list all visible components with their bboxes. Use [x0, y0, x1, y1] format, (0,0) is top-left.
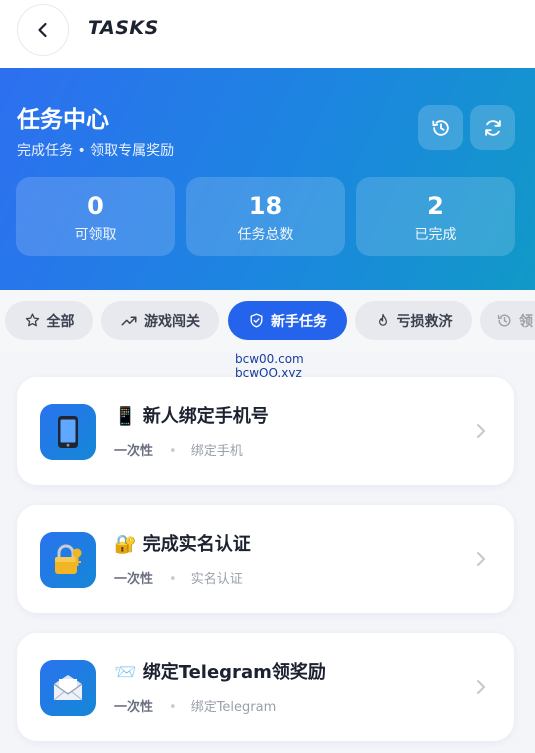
- tab-newbie-tasks[interactable]: 新手任务: [228, 301, 347, 340]
- task-type: 一次性: [114, 700, 154, 715]
- task-title-text: 绑定Telegram领奖励: [142, 662, 326, 683]
- hero-title: 任务中心: [17, 107, 109, 133]
- phone-icon: [40, 404, 96, 460]
- task-card-real-name[interactable]: 🔐 完成实名认证 一次性 • 实名认证: [17, 505, 514, 613]
- category-tabs: 全部 游戏闯关 新手任务 亏损救济 领: [0, 290, 535, 352]
- stat-label: 可领取: [74, 227, 117, 243]
- task-title: 🔐 完成实名认证: [114, 530, 251, 556]
- stat-label: 已完成: [414, 227, 457, 243]
- stat-claimable: 0 可领取: [16, 177, 175, 256]
- stat-total-tasks: 18 任务总数: [186, 177, 345, 256]
- history-icon: [497, 314, 511, 327]
- lock-key-icon: [40, 532, 96, 588]
- tab-more[interactable]: 领: [480, 301, 535, 340]
- tab-loss-relief[interactable]: 亏损救济: [355, 301, 472, 340]
- stat-value: 2: [427, 192, 444, 220]
- tab-all[interactable]: 全部: [5, 301, 93, 340]
- star-icon: [25, 313, 39, 327]
- back-button[interactable]: [17, 4, 69, 56]
- stat-completed: 2 已完成: [356, 177, 515, 256]
- separator-dot: •: [169, 444, 177, 459]
- watermark: bcw00.com bcwOO.xyz: [235, 352, 304, 380]
- tab-label: 游戏闯关: [144, 313, 200, 330]
- refresh-button[interactable]: [470, 105, 515, 150]
- task-title: 📱 新人绑定手机号: [114, 402, 269, 428]
- shield-icon: [250, 313, 263, 328]
- tab-label: 全部: [46, 313, 75, 330]
- stat-label: 任务总数: [237, 227, 294, 243]
- tab-label: 新手任务: [271, 313, 327, 330]
- chevron-right-icon: [477, 424, 485, 438]
- history-icon: [431, 119, 449, 136]
- task-card-bind-telegram[interactable]: 📨 绑定Telegram领奖励 一次性 • 绑定Telegram: [17, 633, 514, 741]
- top-bar: TASKS: [0, 0, 535, 68]
- refresh-icon: [484, 119, 501, 136]
- task-type: 一次性: [114, 444, 154, 459]
- watermark-line: bcw00.com: [235, 352, 304, 366]
- history-button[interactable]: [418, 105, 463, 150]
- tab-label: 亏损救济: [396, 313, 453, 330]
- task-tags: 一次性 • 实名认证: [114, 568, 243, 587]
- tab-game-levels[interactable]: 游戏闯关: [101, 301, 219, 340]
- envelope-icon: [40, 660, 96, 716]
- task-emoji: 🔐: [114, 534, 137, 555]
- separator-dot: •: [169, 700, 177, 715]
- task-card-bind-phone[interactable]: 📱 新人绑定手机号 一次性 • 绑定手机: [17, 377, 514, 485]
- separator-dot: •: [169, 572, 177, 587]
- flame-icon: [378, 313, 387, 326]
- task-tags: 一次性 • 绑定手机: [114, 440, 243, 459]
- task-title-text: 新人绑定手机号: [142, 406, 269, 427]
- task-title-text: 完成实名认证: [142, 534, 251, 555]
- task-tags: 一次性 • 绑定Telegram: [114, 696, 276, 715]
- tab-label: 领: [519, 313, 533, 330]
- task-category: 绑定Telegram: [190, 700, 277, 715]
- task-emoji: 📨: [114, 662, 137, 683]
- stat-value: 0: [87, 192, 104, 220]
- task-category: 实名认证: [190, 572, 243, 587]
- trend-up-icon: [121, 316, 137, 325]
- task-emoji: 📱: [114, 406, 137, 427]
- task-center-hero: 任务中心 完成任务 • 领取专属奖励 0 可领取 18 任务总数 2 已完成: [0, 68, 535, 290]
- chevron-left-icon: [38, 22, 47, 38]
- hero-subtitle: 完成任务 • 领取专属奖励: [17, 143, 175, 159]
- page-title: TASKS: [88, 17, 159, 39]
- task-category: 绑定手机: [190, 444, 243, 459]
- task-title: 📨 绑定Telegram领奖励: [114, 658, 326, 684]
- chevron-right-icon: [477, 552, 485, 566]
- chevron-right-icon: [477, 680, 485, 694]
- task-type: 一次性: [114, 572, 154, 587]
- stat-value: 18: [248, 192, 283, 220]
